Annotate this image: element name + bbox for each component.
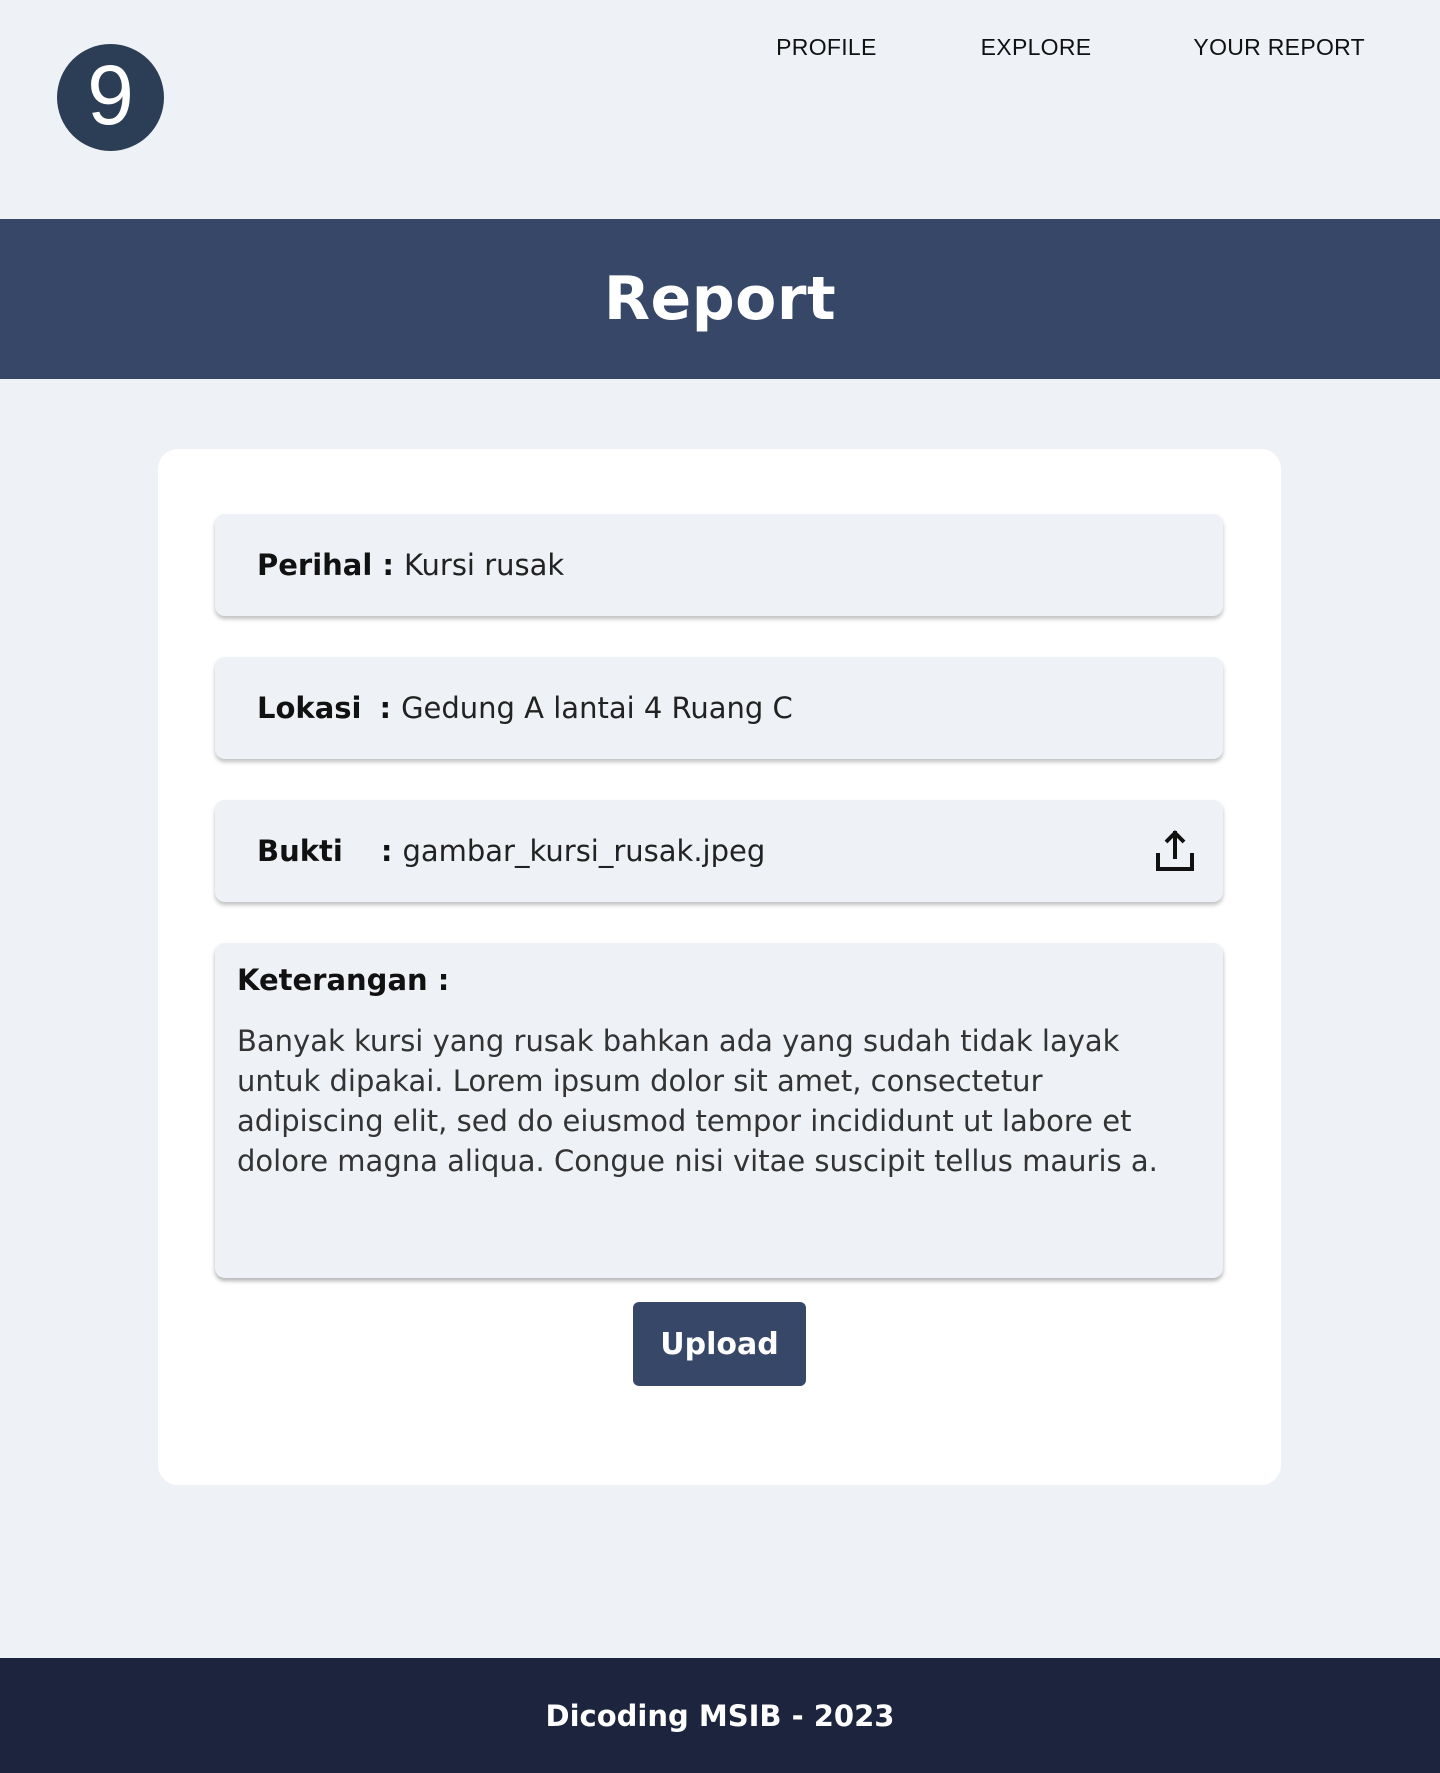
perihal-label: Perihal	[257, 548, 373, 582]
nav-link-profile[interactable]: PROFILE	[776, 34, 877, 61]
bukti-field[interactable]: Bukti : gambar_kursi_rusak.jpeg	[215, 800, 1223, 902]
perihal-field[interactable]: Perihal : Kursi rusak	[215, 514, 1223, 616]
perihal-separator: :	[382, 548, 394, 582]
keterangan-field[interactable]: Keterangan : Banyak kursi yang rusak bah…	[215, 943, 1223, 1278]
lokasi-label: Lokasi	[257, 691, 362, 725]
site-footer: Dicoding MSIB - 2023	[0, 1658, 1440, 1773]
page-title: Report	[603, 264, 837, 334]
bukti-label: Bukti	[257, 834, 343, 868]
site-header: 9 PROFILE EXPLORE YOUR REPORT	[0, 0, 1440, 219]
upload-icon[interactable]	[1153, 829, 1197, 873]
lokasi-value: Gedung A lantai 4 Ruang C	[401, 691, 793, 725]
page-banner: Report	[0, 219, 1440, 379]
lokasi-field[interactable]: Lokasi : Gedung A lantai 4 Ruang C	[215, 657, 1223, 759]
nav-link-your-report[interactable]: YOUR REPORT	[1193, 34, 1365, 61]
perihal-value: Kursi rusak	[403, 548, 565, 582]
keterangan-label: Keterangan :	[237, 963, 450, 997]
lokasi-separator: :	[379, 691, 392, 725]
logo[interactable]: 9	[57, 44, 164, 151]
logo-text: 9	[87, 47, 134, 142]
upload-button[interactable]: Upload	[633, 1302, 806, 1386]
bukti-value: gambar_kursi_rusak.jpeg	[402, 834, 766, 868]
bukti-separator: :	[380, 834, 393, 868]
footer-text: Dicoding MSIB - 2023	[545, 1698, 895, 1733]
keterangan-value[interactable]: Banyak kursi yang rusak bahkan ada yang …	[237, 1021, 1197, 1191]
main-nav: PROFILE EXPLORE YOUR REPORT	[776, 34, 1365, 61]
report-form-card: Perihal : Kursi rusak Lokasi : Gedung A …	[158, 449, 1281, 1485]
nav-link-explore[interactable]: EXPLORE	[981, 34, 1092, 61]
